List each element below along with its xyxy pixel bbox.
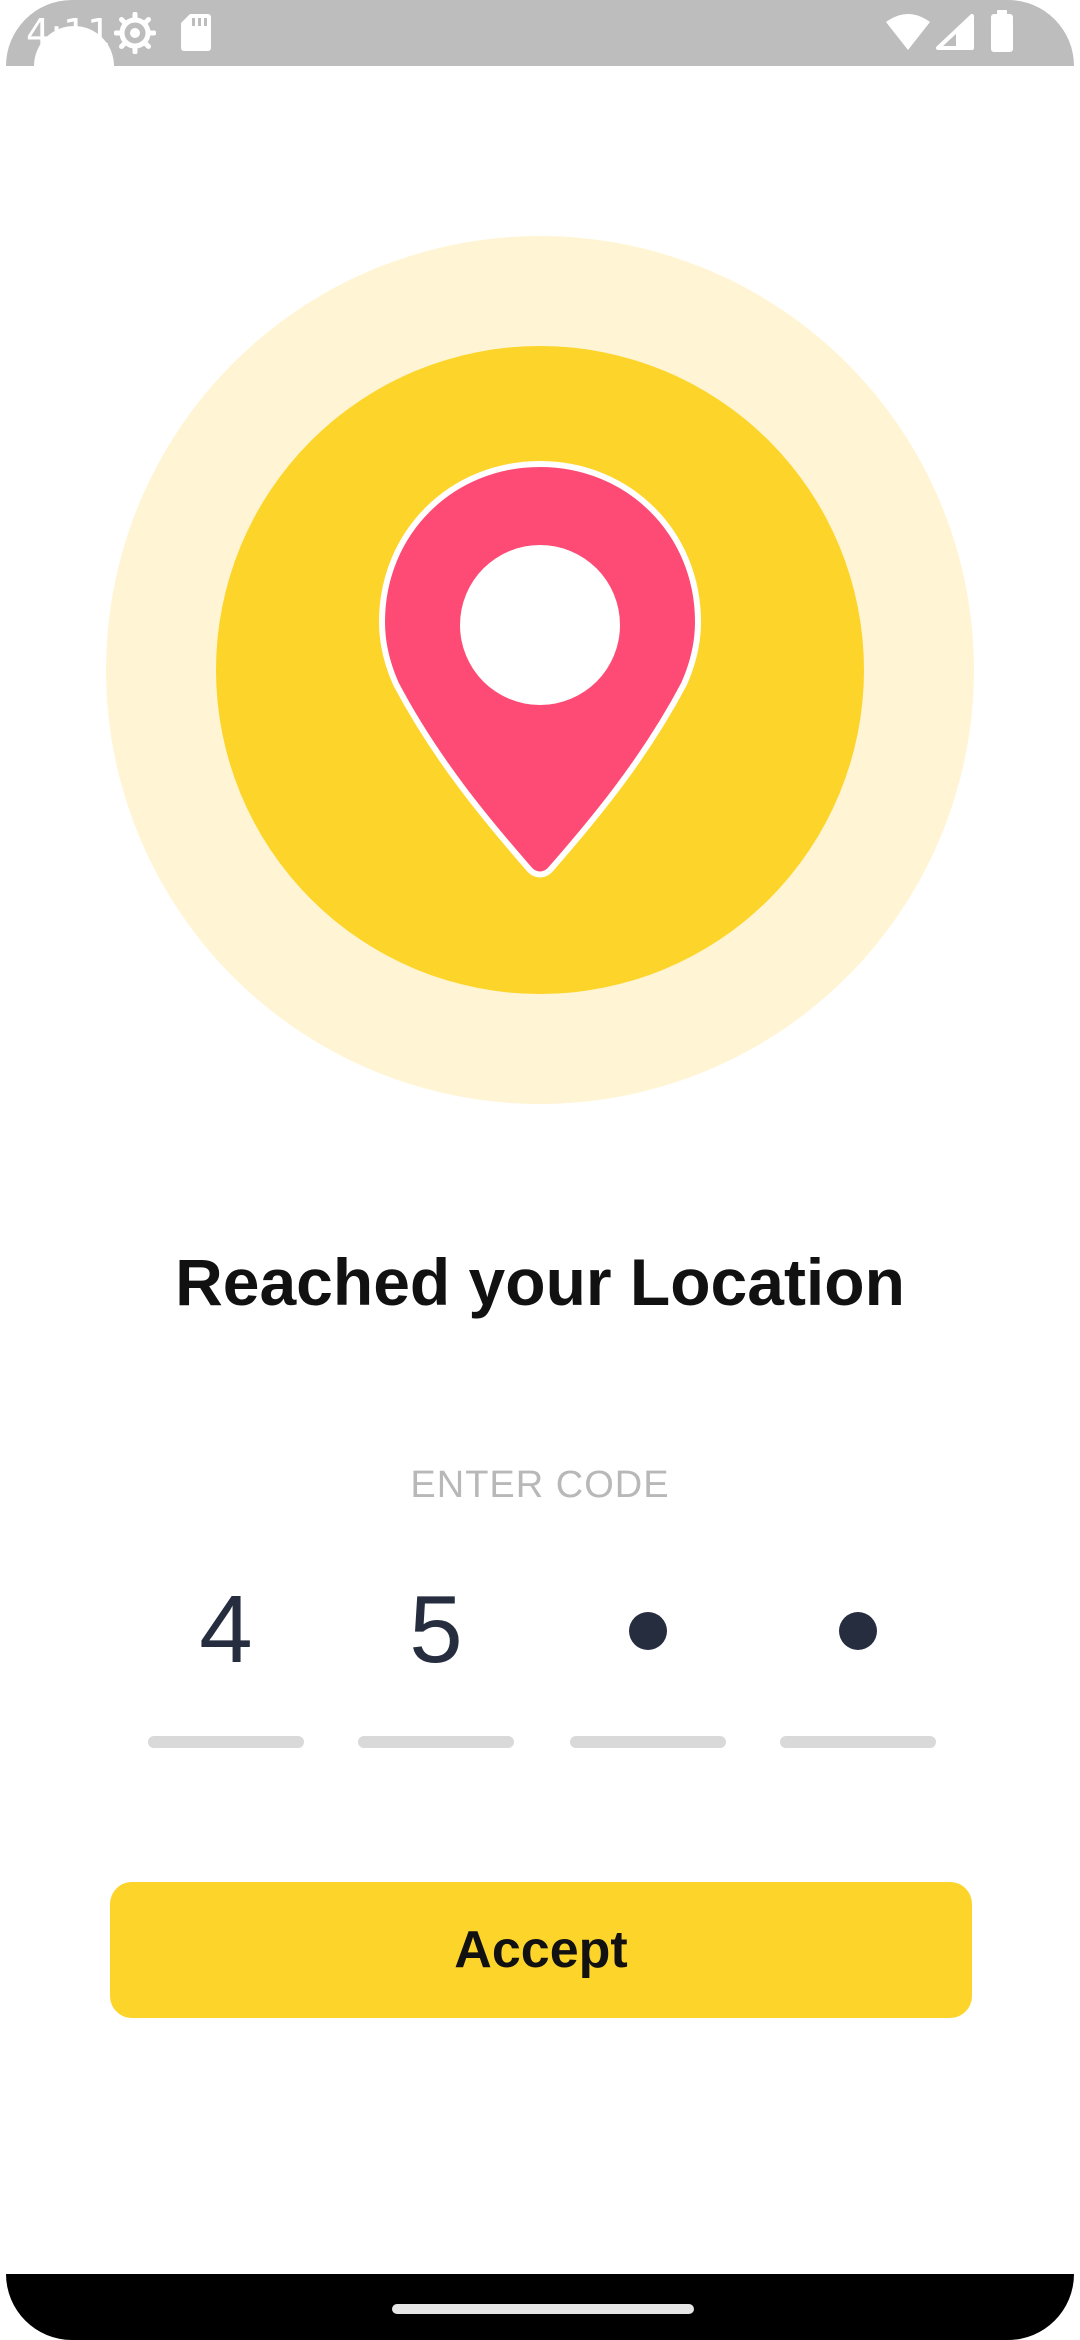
code-placeholder-dot xyxy=(629,1612,667,1650)
code-digit-value: 4 xyxy=(199,1576,253,1683)
code-placeholder-dot xyxy=(839,1612,877,1650)
settings-gear-icon xyxy=(113,11,157,59)
page-title: Reached your Location xyxy=(175,1245,905,1319)
wifi-icon xyxy=(886,14,930,55)
home-indicator[interactable] xyxy=(392,2304,694,2314)
accept-button[interactable]: Accept xyxy=(110,1882,972,2018)
location-pin-icon xyxy=(378,460,702,886)
navigation-bar xyxy=(6,2274,1074,2340)
battery-icon xyxy=(990,10,1014,57)
code-digit-value: 5 xyxy=(409,1576,463,1683)
code-underline xyxy=(570,1736,726,1748)
enter-code-label: ENTER CODE xyxy=(410,1464,670,1506)
code-digit-2[interactable]: 5 xyxy=(358,1570,514,1750)
code-underline xyxy=(780,1736,936,1748)
sd-card-icon xyxy=(180,12,212,57)
cell-signal-icon xyxy=(936,14,974,55)
code-digit-4[interactable] xyxy=(780,1570,936,1750)
code-underline xyxy=(148,1736,304,1748)
code-underline xyxy=(358,1736,514,1748)
code-digit-1[interactable]: 4 xyxy=(148,1570,304,1750)
status-bar: 4:11 xyxy=(6,0,1074,66)
code-digit-3[interactable] xyxy=(570,1570,726,1750)
